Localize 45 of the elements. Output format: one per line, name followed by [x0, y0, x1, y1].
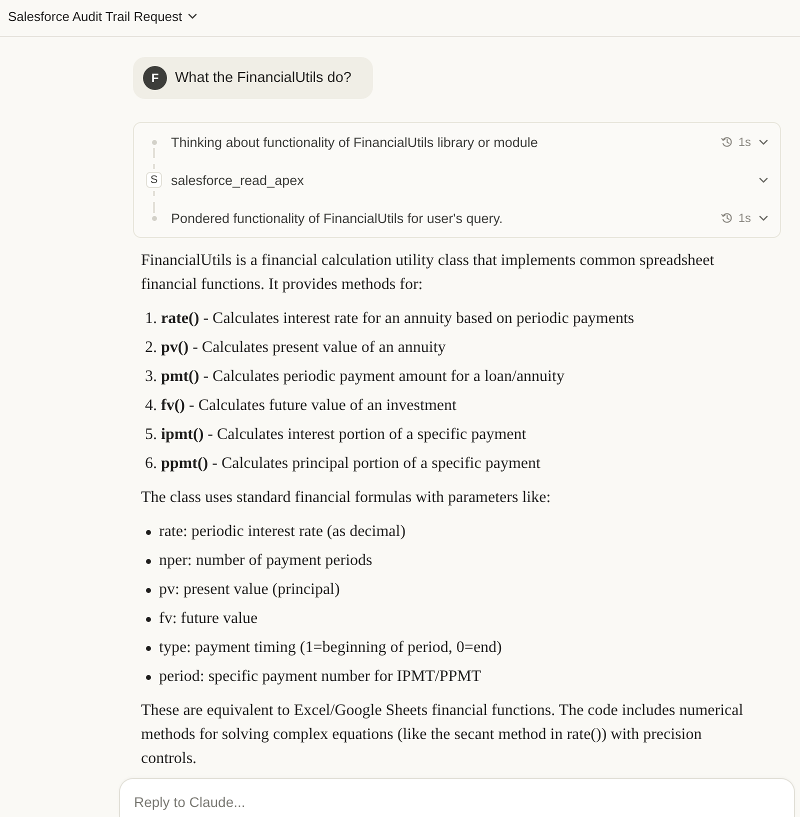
step-text: Pondered functionality of FinancialUtils for user's query.	[171, 210, 504, 226]
bullet-icon	[146, 616, 151, 622]
response-paragraph: FinancialUtils is a financial calculation utility class that implements common spreadsheet financial functions. It provides methods for:	[141, 251, 716, 295]
user-message-text: What the FinancialUtils do?	[175, 69, 352, 88]
bullet-icon	[146, 674, 151, 680]
history-icon	[721, 136, 734, 148]
chat-title-button[interactable]: Salesforce Audit Trail Request	[8, 9, 198, 24]
history-icon	[721, 212, 734, 224]
list-item-text: fv: future value	[159, 609, 258, 629]
chevron-down-icon[interactable]	[188, 13, 198, 20]
response-paragraph: These are equivalent to Excel/Google Sheets financial functions. The code includes numerical methods for solving complex equations (like the secant method in rate()) with precision controls.	[141, 701, 744, 769]
duration-label: 1s	[738, 211, 751, 225]
reply-input[interactable]: Reply to Claude...	[119, 778, 795, 817]
list-item-text: pv() - Calculates present value of an annuity	[161, 338, 446, 358]
list-item-text: nper: number of payment periods	[159, 551, 372, 571]
dot-icon	[152, 140, 156, 144]
list-number: 6.	[145, 454, 157, 474]
dot-icon	[152, 216, 156, 220]
chevron-down-icon[interactable]	[759, 138, 768, 146]
bullet-icon	[146, 530, 151, 534]
list-item-text: ppmt() - Calculates principal portion of a specific payment	[161, 454, 540, 474]
list-item-text: pmt() - Calculates periodic payment amount for a loan/annuity	[161, 367, 564, 387]
step-text: Thinking about functionality of FinancialUtils library or module	[171, 134, 539, 150]
list-item-text: rate() - Calculates interest rate for an annuity based on periodic payments	[161, 309, 634, 329]
duration-label: 1s	[738, 135, 751, 149]
list-item-text: ipmt() - Calculates interest portion of a specific payment	[161, 425, 526, 445]
list-number: 3.	[145, 367, 157, 387]
step-text: salesforce_read_apex	[171, 172, 305, 188]
list-number: 2.	[145, 338, 157, 358]
bullet-icon	[146, 646, 151, 650]
list-item-text: period: specific payment number for IPMT/PPMT	[159, 667, 482, 687]
bullet-icon	[146, 588, 151, 592]
list-number: 4.	[145, 396, 157, 416]
list-number: 1.	[145, 309, 157, 329]
bullet-icon	[146, 558, 151, 564]
chevron-down-icon[interactable]	[759, 214, 768, 222]
list-item-text: type: payment timing (1=beginning of period, 0=end)	[159, 638, 502, 658]
response-paragraph: The class uses standard financial formulas with parameters like:	[141, 488, 552, 508]
chevron-down-icon[interactable]	[759, 176, 768, 184]
tool-tile: S	[146, 172, 162, 188]
list-item-text: pv: present value (principal)	[159, 580, 340, 600]
list-number: 5.	[145, 425, 157, 445]
list-item-text: fv() - Calculates future value of an investment	[161, 396, 456, 416]
user-avatar: F	[143, 66, 167, 90]
list-item-text: rate: periodic interest rate (as decimal)	[159, 522, 406, 542]
